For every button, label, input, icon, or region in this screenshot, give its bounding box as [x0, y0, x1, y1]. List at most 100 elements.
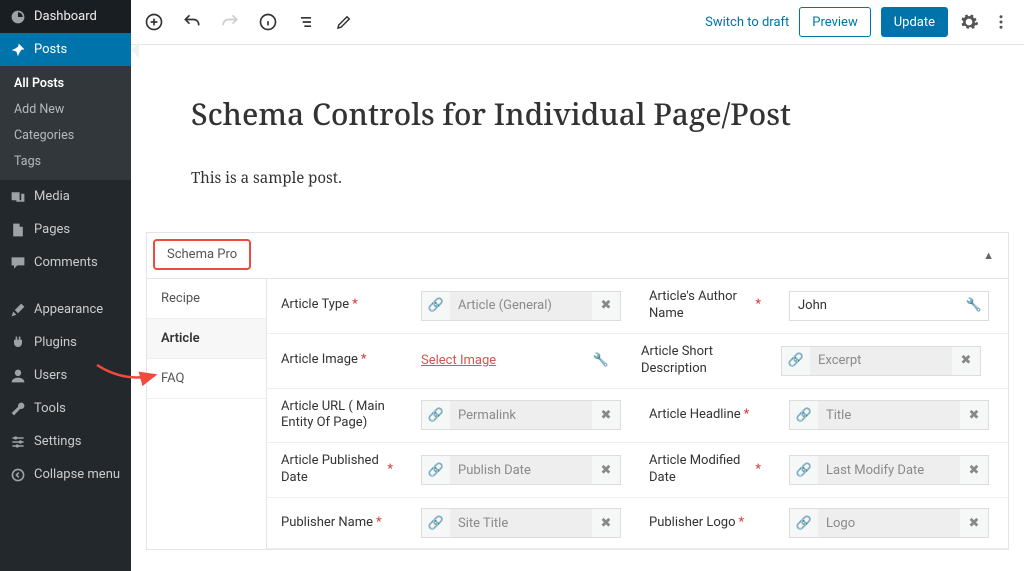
metabox-header[interactable]: Schema Pro ▲ — [147, 233, 1008, 279]
post-content[interactable]: This is a sample post. — [191, 168, 964, 188]
submenu-all-posts[interactable]: All Posts — [0, 70, 131, 96]
sidebar-label: Plugins — [34, 335, 77, 350]
label-headline: Article Headline* — [635, 389, 775, 443]
sidebar-item-users[interactable]: Users — [0, 359, 131, 392]
select-image-link[interactable]: Select Image — [421, 353, 496, 368]
sidebar-label: Users — [34, 368, 67, 383]
sidebar-item-comments[interactable]: Comments — [0, 246, 131, 279]
clear-icon[interactable]: ✖ — [592, 401, 620, 429]
link-icon: 🔗 — [790, 456, 818, 484]
clear-icon[interactable]: ✖ — [592, 456, 620, 484]
submenu-add-new[interactable]: Add New — [0, 96, 131, 122]
label-article-url: Article URL ( Main Entity Of Page) — [267, 389, 407, 443]
schema-pro-metabox: Schema Pro ▲ Recipe Article FAQ Article … — [146, 232, 1009, 550]
page-icon — [10, 222, 28, 238]
label-publisher-logo: Publisher Logo* — [635, 498, 775, 548]
post-title[interactable]: Schema Controls for Individual Page/Post — [191, 93, 964, 134]
editor-topbar: Switch to draft Preview Update — [131, 0, 1024, 45]
sidebar-label: Media — [34, 189, 70, 204]
sidebar-collapse[interactable]: Collapse menu — [0, 458, 131, 491]
label-modified-date: Article Modified Date* — [635, 443, 775, 497]
submenu-tags[interactable]: Tags — [0, 148, 131, 174]
sidebar-item-media[interactable]: Media — [0, 180, 131, 213]
input-article-url[interactable]: 🔗 Permalink ✖ — [421, 400, 621, 430]
label-published-date: Article Published Date* — [267, 443, 407, 497]
link-icon: 🔗 — [790, 509, 818, 537]
label-publisher-name: Publisher Name* — [267, 498, 407, 548]
input-modified-date[interactable]: 🔗 Last Modify Date ✖ — [789, 455, 989, 485]
input-publisher-name[interactable]: 🔗 Site Title ✖ — [421, 508, 621, 538]
add-block-button[interactable] — [143, 11, 165, 33]
tab-article[interactable]: Article — [147, 319, 266, 359]
sliders-icon — [10, 434, 28, 450]
schema-fields-grid: Article Type* 🔗 Article (General) ✖ Arti… — [267, 279, 1008, 549]
sidebar-label: Comments — [34, 255, 98, 270]
sidebar-label: Posts — [34, 42, 67, 57]
wrench-icon — [10, 401, 28, 417]
sidebar-item-posts[interactable]: Posts — [0, 33, 131, 66]
collapse-caret-icon[interactable]: ▲ — [983, 249, 994, 262]
input-headline[interactable]: 🔗 Title ✖ — [789, 400, 989, 430]
brush-icon — [10, 302, 28, 318]
wrench-icon[interactable]: 🔧 — [593, 353, 609, 368]
input-article-type[interactable]: 🔗 Article (General) ✖ — [421, 291, 621, 321]
sidebar-item-tools[interactable]: Tools — [0, 392, 131, 425]
link-icon: 🔗 — [782, 347, 810, 375]
label-short-description: Article Short Description — [627, 334, 767, 388]
preview-button[interactable]: Preview — [799, 7, 870, 37]
tab-recipe[interactable]: Recipe — [147, 279, 266, 319]
redo-button — [219, 11, 241, 33]
pin-icon — [10, 42, 28, 58]
plug-icon — [10, 335, 28, 351]
sidebar-item-pages[interactable]: Pages — [0, 213, 131, 246]
input-short-description[interactable]: 🔗 Excerpt ✖ — [781, 346, 981, 376]
sidebar-item-appearance[interactable]: Appearance — [0, 293, 131, 326]
sidebar-item-plugins[interactable]: Plugins — [0, 326, 131, 359]
sidebar-item-settings[interactable]: Settings — [0, 425, 131, 458]
sidebar-label: Dashboard — [34, 9, 97, 24]
undo-button[interactable] — [181, 11, 203, 33]
link-icon: 🔗 — [422, 509, 450, 537]
clear-icon[interactable]: ✖ — [960, 509, 988, 537]
info-button[interactable] — [257, 11, 279, 33]
edit-icon[interactable] — [333, 11, 355, 33]
admin-sidebar: Dashboard Posts All Posts Add New Catego… — [0, 0, 131, 571]
tab-faq[interactable]: FAQ — [147, 359, 266, 399]
posts-submenu: All Posts Add New Categories Tags — [0, 66, 131, 180]
collapse-icon — [10, 467, 28, 483]
clear-icon[interactable]: ✖ — [592, 292, 620, 320]
clear-icon[interactable]: ✖ — [592, 509, 620, 537]
sidebar-label: Pages — [34, 222, 70, 237]
sidebar-label: Tools — [34, 401, 66, 416]
switch-to-draft-link[interactable]: Switch to draft — [705, 15, 789, 30]
clear-icon[interactable]: ✖ — [960, 456, 988, 484]
label-article-type: Article Type* — [267, 279, 407, 333]
link-icon: 🔗 — [790, 401, 818, 429]
clear-icon[interactable]: ✖ — [960, 401, 988, 429]
user-icon — [10, 368, 28, 384]
sidebar-label: Appearance — [34, 302, 103, 317]
schema-tabs: Recipe Article FAQ — [147, 279, 267, 549]
update-button[interactable]: Update — [881, 7, 948, 37]
link-icon: 🔗 — [422, 401, 450, 429]
input-published-date[interactable]: 🔗 Publish Date ✖ — [421, 455, 621, 485]
link-icon: 🔗 — [422, 292, 450, 320]
settings-gear-button[interactable] — [958, 11, 980, 33]
clear-icon[interactable]: ✖ — [952, 347, 980, 375]
outline-button[interactable] — [295, 11, 317, 33]
label-article-image: Article Image* — [267, 334, 407, 388]
wrench-icon[interactable]: 🔧 — [966, 298, 982, 313]
editor-body: Schema Controls for Individual Page/Post… — [131, 45, 1024, 212]
sidebar-label: Settings — [34, 434, 81, 449]
comment-icon — [10, 255, 28, 271]
more-menu-button[interactable] — [990, 11, 1012, 33]
label-author-name: Article's Author Name* — [635, 279, 775, 333]
dashboard-icon — [10, 9, 28, 25]
link-icon: 🔗 — [422, 456, 450, 484]
submenu-categories[interactable]: Categories — [0, 122, 131, 148]
editor-area: Switch to draft Preview Update Schema Co… — [131, 0, 1024, 571]
media-icon — [10, 189, 28, 205]
input-author-name[interactable]: John 🔧 — [789, 291, 989, 321]
input-publisher-logo[interactable]: 🔗 Logo ✖ — [789, 508, 989, 538]
sidebar-item-dashboard[interactable]: Dashboard — [0, 0, 131, 33]
